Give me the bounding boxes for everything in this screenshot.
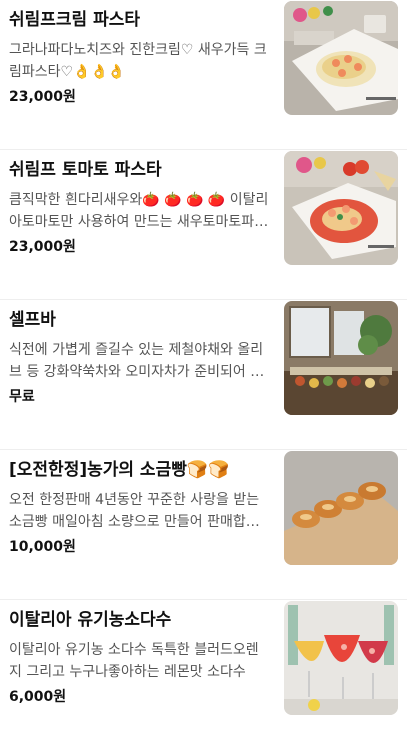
- shrimp-tomato-pasta-photo-icon: [284, 151, 398, 265]
- menu-item-description: 큼직막한 흰다리새우와🍅 🍅 🍅 🍅 이탈리아토마토만 사용하여 만드는 새우토…: [9, 192, 269, 230]
- menu-item[interactable]: 쉬림프크림 파스타 그라나파다노치즈와 진한크림♡ 새우가득 크림파스타♡👌👌👌…: [0, 0, 407, 150]
- menu-item-info: 셀프바 식전에 가볍게 즐길수 있는 제철야채와 올리브 등 강화약쑥차와 오미…: [9, 308, 271, 407]
- menu-item[interactable]: 셀프바 식전에 가볍게 즐길수 있는 제철야채와 올리브 등 강화약쑥차와 오미…: [0, 300, 407, 450]
- menu-item-image[interactable]: [284, 1, 398, 115]
- menu-list: 쉬림프크림 파스타 그라나파다노치즈와 진한크림♡ 새우가득 크림파스타♡👌👌👌…: [0, 0, 407, 750]
- menu-item[interactable]: [오전한정]농가의 소금빵🍞🍞 오전 한정판매 4년동안 꾸준한 사랑을 받는 …: [0, 450, 407, 600]
- self-bar-photo-icon: [284, 301, 398, 415]
- menu-item-info: [오전한정]농가의 소금빵🍞🍞 오전 한정판매 4년동안 꾸준한 사랑을 받는 …: [9, 458, 271, 557]
- menu-item-image[interactable]: [284, 301, 398, 415]
- menu-item-price: 23,000원: [9, 239, 76, 255]
- menu-item-price: 무료: [9, 389, 35, 405]
- menu-item[interactable]: 쉬림프 토마토 파스타 큼직막한 흰다리새우와🍅 🍅 🍅 🍅 이탈리아토마토만 …: [0, 150, 407, 300]
- menu-item-image[interactable]: [284, 451, 398, 565]
- menu-item-info: 쉬림프크림 파스타 그라나파다노치즈와 진한크림♡ 새우가득 크림파스타♡👌👌👌…: [9, 8, 271, 107]
- menu-item-info: 이탈리아 유기농소다수 이탈리아 유기농 소다수 독특한 블러드오렌지 그리고 …: [9, 608, 271, 707]
- menu-item-description: 이탈리아 유기농 소다수 독특한 블러드오렌지 그리고 누구나좋아하는 레몬맛 …: [9, 642, 259, 680]
- organic-soda-photo-icon: [284, 601, 398, 715]
- menu-item[interactable]: 이탈리아 유기농소다수 이탈리아 유기농 소다수 독특한 블러드오렌지 그리고 …: [0, 600, 407, 750]
- menu-item-description: 그라나파다노치즈와 진한크림♡ 새우가득 크림파스타♡👌👌👌: [9, 42, 267, 80]
- shrimp-cream-pasta-photo-icon: [284, 1, 398, 115]
- menu-item-price: 6,000원: [9, 689, 67, 705]
- menu-item-name: 셀프바: [9, 310, 56, 330]
- menu-item-name: 쉬림프크림 파스타: [9, 10, 141, 30]
- menu-item-image[interactable]: [284, 601, 398, 715]
- menu-item-price: 10,000원: [9, 539, 76, 555]
- salt-bread-photo-icon: [284, 451, 398, 565]
- menu-item-name: 쉬림프 토마토 파스타: [9, 160, 162, 180]
- menu-item-name: 이탈리아 유기농소다수: [9, 610, 172, 630]
- menu-item-image[interactable]: [284, 151, 398, 265]
- menu-item-price: 23,000원: [9, 89, 76, 105]
- menu-item-description: 식전에 가볍게 즐길수 있는 제철야채와 올리브 등 강화약쑥차와 오미자차가 …: [9, 342, 264, 380]
- menu-item-description: 오전 한정판매 4년동안 꾸준한 사랑을 받는 소금빵 매일아침 소량으로 만들…: [9, 492, 260, 530]
- menu-item-name: [오전한정]농가의 소금빵🍞🍞: [9, 460, 230, 480]
- menu-item-info: 쉬림프 토마토 파스타 큼직막한 흰다리새우와🍅 🍅 🍅 🍅 이탈리아토마토만 …: [9, 158, 271, 257]
